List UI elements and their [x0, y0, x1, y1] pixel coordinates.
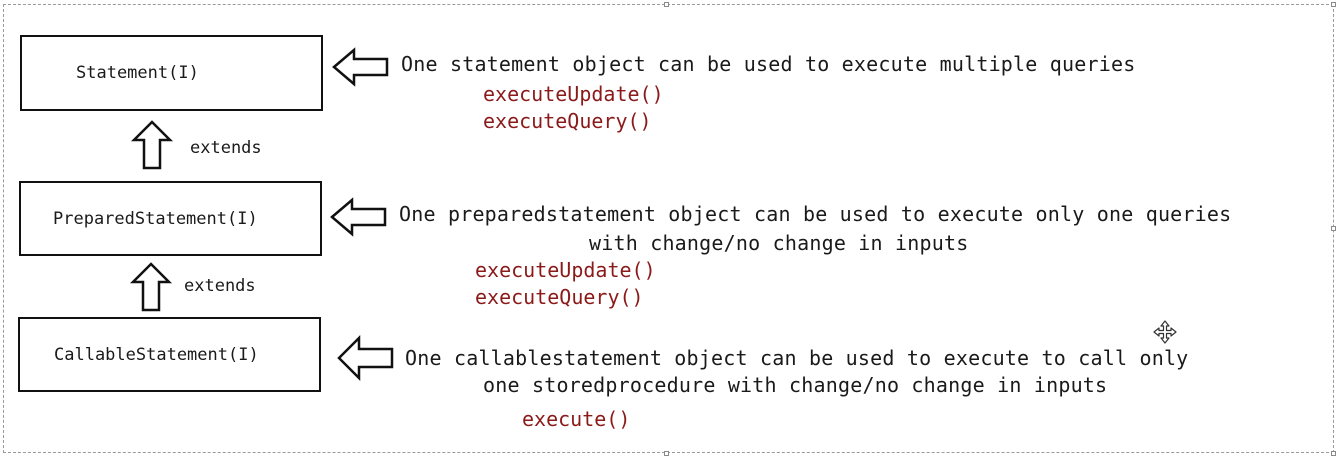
- callable-method-1: execute(): [522, 407, 631, 431]
- pointer-arrow-prepared: [330, 197, 387, 237]
- callable-description-line1: One callablestatement object can be used…: [405, 346, 1189, 370]
- prepared-method-1: executeUpdate(): [475, 258, 656, 282]
- extends-label-1: extends: [190, 138, 262, 158]
- resize-handle-top-right[interactable]: [1331, 2, 1336, 7]
- callable-statement-box-label: CallableStatement(I): [54, 344, 259, 365]
- prepared-description-line1: One preparedstatement object can be used…: [399, 202, 1232, 226]
- resize-handle-right[interactable]: [1331, 226, 1336, 231]
- resize-handle-top[interactable]: [664, 2, 669, 7]
- statement-box: Statement(I): [20, 35, 323, 111]
- diagram-canvas: Statement(I) PreparedStatement(I) Callab…: [0, 0, 1342, 459]
- statement-box-label: Statement(I): [76, 63, 199, 83]
- prepared-statement-box: PreparedStatement(I): [19, 181, 322, 256]
- statement-description: One statement object can be used to exec…: [401, 52, 1136, 76]
- prepared-statement-box-label: PreparedStatement(I): [53, 208, 258, 229]
- extends-up-arrow-1: [130, 120, 174, 170]
- prepared-method-2: executeQuery(): [475, 285, 644, 309]
- pointer-arrow-callable: [337, 334, 394, 382]
- callable-description-line2: one storedprocedure with change/no chang…: [483, 373, 1108, 397]
- statement-method-2: executeQuery(): [483, 109, 652, 133]
- resize-handle-bottom[interactable]: [664, 451, 669, 456]
- move-cursor-icon: [1153, 320, 1177, 344]
- extends-up-arrow-2: [129, 262, 173, 312]
- statement-method-1: executeUpdate(): [483, 82, 664, 106]
- resize-handle-bottom-right[interactable]: [1331, 451, 1336, 456]
- callable-statement-box: CallableStatement(I): [18, 317, 321, 392]
- extends-label-2: extends: [184, 276, 256, 296]
- pointer-arrow-statement: [332, 47, 389, 87]
- prepared-description-line2: with change/no change in inputs: [589, 231, 969, 255]
